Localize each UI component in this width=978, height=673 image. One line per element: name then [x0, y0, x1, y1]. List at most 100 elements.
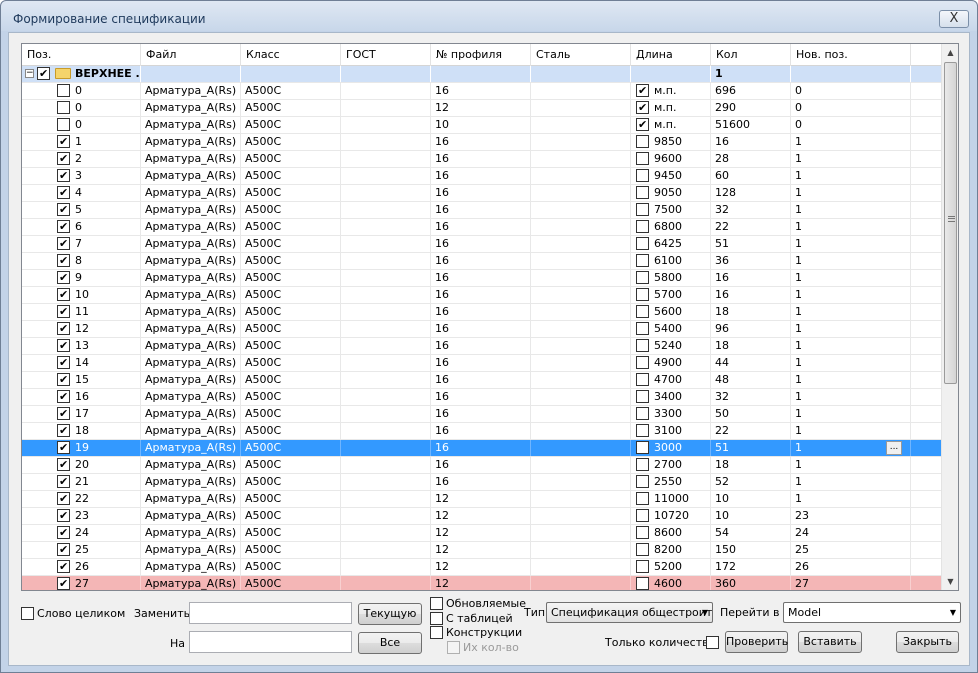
cell-col-pos[interactable]: 11	[22, 304, 141, 320]
cell-col-qty[interactable]: 18	[711, 338, 791, 354]
cell-col-steel[interactable]	[531, 389, 631, 405]
table-row[interactable]: 17 Арматура_A(Rs) A500C 16 3300 50 1	[22, 406, 942, 423]
cell-col-newpos[interactable]: 1	[791, 406, 911, 422]
cell-col-file[interactable]: Арматура_A(Rs)	[141, 525, 241, 541]
cell-col-newpos[interactable]: 1	[791, 287, 911, 303]
length-checkbox[interactable]	[636, 134, 649, 148]
cell-col-gost[interactable]	[341, 117, 431, 133]
cell-col-pos[interactable]: 4	[22, 185, 141, 201]
cell-col-pos[interactable]: − ВЕРХНЕЕ .	[22, 66, 141, 82]
length-checkbox[interactable]	[636, 151, 649, 165]
cell-col-qty[interactable]: 16	[711, 270, 791, 286]
cell-col-length[interactable]: 4700	[631, 372, 711, 388]
cell-col-gost[interactable]	[341, 338, 431, 354]
cell-col-length[interactable]: 10720	[631, 508, 711, 524]
table-row[interactable]: 6 Арматура_A(Rs) A500C 16 6800 22 1	[22, 219, 942, 236]
cell-col-steel[interactable]	[531, 219, 631, 235]
collapse-icon[interactable]: −	[25, 68, 34, 78]
table-row[interactable]: 24 Арматура_A(Rs) A500C 12 8600 54 24	[22, 525, 942, 542]
cell-col-profile[interactable]: 16	[431, 270, 531, 286]
row-checkbox[interactable]	[57, 236, 70, 250]
cell-col-file[interactable]	[141, 66, 241, 82]
table-row[interactable]: 2 Арматура_A(Rs) A500C 16 9600 28 1	[22, 151, 942, 168]
cell-col-gost[interactable]	[341, 253, 431, 269]
cell-col-steel[interactable]	[531, 338, 631, 354]
length-checkbox[interactable]	[636, 338, 649, 352]
cell-col-pos[interactable]: 20	[22, 457, 141, 473]
cell-col-length[interactable]: 4900	[631, 355, 711, 371]
cell-col-profile[interactable]: 12	[431, 508, 531, 524]
cell-col-qty[interactable]: 51	[711, 440, 791, 456]
cell-col-length[interactable]: 6425	[631, 236, 711, 252]
cell-col-steel[interactable]	[531, 491, 631, 507]
cell-col-length[interactable]: 5700	[631, 287, 711, 303]
goto-select[interactable]: Model ▼	[783, 602, 961, 623]
cell-col-pos[interactable]: 0	[22, 100, 141, 116]
cell-col-steel[interactable]	[531, 66, 631, 82]
cell-col-gost[interactable]	[341, 100, 431, 116]
cell-col-profile[interactable]: 16	[431, 372, 531, 388]
cell-col-class[interactable]: A500C	[241, 83, 341, 99]
cell-col-class[interactable]: A500C	[241, 491, 341, 507]
cell-col-steel[interactable]	[531, 253, 631, 269]
row-checkbox[interactable]	[57, 559, 70, 573]
cell-col-length[interactable]: 5400	[631, 321, 711, 337]
cell-col-profile[interactable]: 12	[431, 559, 531, 575]
table-row[interactable]: 8 Арматура_A(Rs) A500C 16 6100 36 1	[22, 253, 942, 270]
cell-col-file[interactable]: Арматура_A(Rs)	[141, 117, 241, 133]
cell-col-class[interactable]: A500C	[241, 355, 341, 371]
cell-col-gost[interactable]	[341, 219, 431, 235]
cell-col-pos[interactable]: 24	[22, 525, 141, 541]
cell-col-newpos[interactable]: 1	[791, 474, 911, 490]
length-checkbox[interactable]	[636, 270, 649, 284]
cell-col-class[interactable]: A500C	[241, 117, 341, 133]
cell-col-profile[interactable]: 16	[431, 151, 531, 167]
row-checkbox[interactable]	[57, 202, 70, 216]
ellipsis-button[interactable]: ...	[886, 441, 902, 455]
cell-col-length[interactable]: 7500	[631, 202, 711, 218]
cell-col-steel[interactable]	[531, 168, 631, 184]
cell-col-pos[interactable]: 12	[22, 321, 141, 337]
cell-col-steel[interactable]	[531, 372, 631, 388]
cell-col-file[interactable]: Арматура_A(Rs)	[141, 100, 241, 116]
cell-col-profile[interactable]: 12	[431, 542, 531, 558]
cell-col-file[interactable]: Арматура_A(Rs)	[141, 236, 241, 252]
row-checkbox[interactable]	[57, 270, 70, 284]
cell-col-profile[interactable]: 16	[431, 457, 531, 473]
cell-col-pos[interactable]: 22	[22, 491, 141, 507]
cell-col-pos[interactable]: 26	[22, 559, 141, 575]
cell-col-length[interactable]: м.п.	[631, 83, 711, 99]
table-row[interactable]: 11 Арматура_A(Rs) A500C 16 5600 18 1	[22, 304, 942, 321]
row-checkbox[interactable]	[57, 338, 70, 352]
cell-col-steel[interactable]	[531, 474, 631, 490]
cell-col-profile[interactable]: 12	[431, 100, 531, 116]
table-row[interactable]: 21 Арматура_A(Rs) A500C 16 2550 52 1	[22, 474, 942, 491]
cell-col-qty[interactable]: 150	[711, 542, 791, 558]
row-checkbox[interactable]	[57, 151, 70, 165]
length-checkbox[interactable]	[636, 576, 649, 590]
table-row[interactable]: 9 Арматура_A(Rs) A500C 16 5800 16 1	[22, 270, 942, 287]
cell-col-profile[interactable]: 16	[431, 406, 531, 422]
cell-col-class[interactable]: A500C	[241, 457, 341, 473]
cell-col-newpos[interactable]: 25	[791, 542, 911, 558]
cell-col-gost[interactable]	[341, 525, 431, 541]
row-checkbox[interactable]	[57, 576, 70, 590]
cell-col-gost[interactable]	[341, 270, 431, 286]
type-select[interactable]: Спецификация общестроите ▼	[546, 602, 713, 623]
cell-col-file[interactable]: Арматура_A(Rs)	[141, 491, 241, 507]
row-checkbox[interactable]	[57, 389, 70, 403]
cell-col-profile[interactable]: 12	[431, 576, 531, 590]
cell-col-length[interactable]	[631, 66, 711, 82]
cell-col-pos[interactable]: 0	[22, 117, 141, 133]
cell-col-newpos[interactable]: 0	[791, 100, 911, 116]
row-checkbox[interactable]	[57, 508, 70, 522]
cell-col-length[interactable]: 8200	[631, 542, 711, 558]
cell-col-class[interactable]: A500C	[241, 508, 341, 524]
cell-col-class[interactable]: A500C	[241, 151, 341, 167]
cell-col-gost[interactable]	[341, 185, 431, 201]
cell-col-length[interactable]: 3000	[631, 440, 711, 456]
row-checkbox[interactable]	[57, 219, 70, 233]
cell-col-steel[interactable]	[531, 576, 631, 590]
cell-col-length[interactable]: 3300	[631, 406, 711, 422]
length-checkbox[interactable]	[636, 423, 649, 437]
